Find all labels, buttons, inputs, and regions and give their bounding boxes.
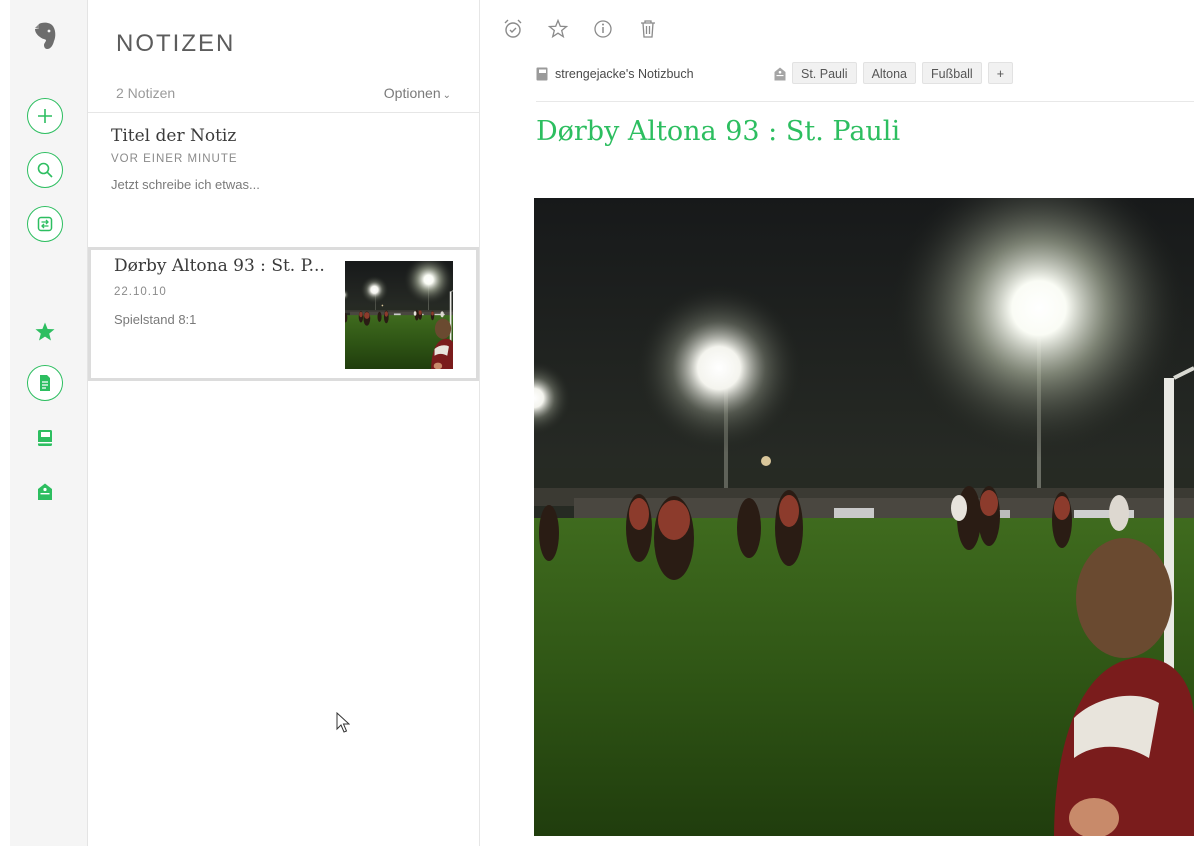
shortcut-star-icon[interactable] xyxy=(547,18,569,40)
note-list-panel: NOTIZEN 2 Notizen Optionen ⌄ Titel der No… xyxy=(88,0,480,846)
tag-chip[interactable]: Altona xyxy=(862,62,917,84)
search-button[interactable] xyxy=(27,152,63,188)
note-item-snippet: Jetzt schreibe ich etwas... xyxy=(111,177,260,192)
note-item-snippet: Spielstand 8:1 xyxy=(114,312,197,327)
star-icon xyxy=(34,321,56,343)
note-thumbnail xyxy=(345,261,453,369)
work-chat-icon xyxy=(37,216,53,232)
editor-divider xyxy=(536,101,1194,102)
new-note-button[interactable] xyxy=(27,98,63,134)
info-icon[interactable] xyxy=(592,18,614,40)
note-item-date: VOR EINER MINUTE xyxy=(111,153,238,165)
add-tag-button[interactable]: + xyxy=(987,62,1014,84)
mouse-cursor-icon xyxy=(336,711,351,738)
notebook-icon xyxy=(37,429,53,447)
note-image xyxy=(534,198,1194,836)
note-list-item-selected[interactable]: Dørby Altona 93 : St. P... 22.10.10 Spie… xyxy=(88,247,479,381)
trash-icon[interactable] xyxy=(637,18,659,40)
note-list-title: NOTIZEN xyxy=(116,30,236,57)
options-dropdown[interactable]: Optionen ⌄ xyxy=(384,85,451,101)
note-count: 2 Notizen xyxy=(116,85,176,101)
search-icon xyxy=(37,162,53,178)
note-item-title: Titel der Notiz xyxy=(111,126,237,146)
notes-icon xyxy=(37,374,53,392)
tag-chip[interactable]: Fußball xyxy=(922,62,982,84)
elephant-logo-icon[interactable] xyxy=(27,18,63,54)
notebook-small-icon xyxy=(536,67,548,81)
work-chat-button[interactable] xyxy=(27,206,63,242)
chevron-down-icon: ⌄ xyxy=(442,90,451,101)
reminder-icon[interactable] xyxy=(502,18,524,40)
note-editor: strengejacke's Notizbuch St. Pauli Alton… xyxy=(480,0,1194,846)
tag-small-icon xyxy=(774,66,786,85)
evernote-window: NOTIZEN 2 Notizen Optionen ⌄ Titel der No… xyxy=(0,0,1194,846)
tags-button[interactable] xyxy=(27,474,63,510)
tag-chip[interactable]: St. Pauli xyxy=(792,62,857,84)
tag-list: St. Pauli Altona Fußball + xyxy=(792,62,1014,84)
plus-icon xyxy=(37,108,53,124)
notebook-selector[interactable]: strengejacke's Notizbuch xyxy=(536,62,694,86)
note-item-date: 22.10.10 xyxy=(114,286,167,298)
options-label: Optionen xyxy=(383,85,441,101)
sidebar-rail xyxy=(10,0,88,846)
note-item-title: Dørby Altona 93 : St. P... xyxy=(114,256,325,276)
shortcuts-button[interactable] xyxy=(27,314,63,350)
notebooks-button[interactable] xyxy=(27,420,63,456)
note-title[interactable]: Dørby Altona 93 : St. Pauli xyxy=(536,116,900,147)
notes-button[interactable] xyxy=(27,365,63,401)
notebook-name: strengejacke's Notizbuch xyxy=(555,67,694,81)
tag-icon xyxy=(37,483,53,501)
note-list-item[interactable]: Titel der Notiz VOR EINER MINUTE Jetzt s… xyxy=(88,113,479,247)
